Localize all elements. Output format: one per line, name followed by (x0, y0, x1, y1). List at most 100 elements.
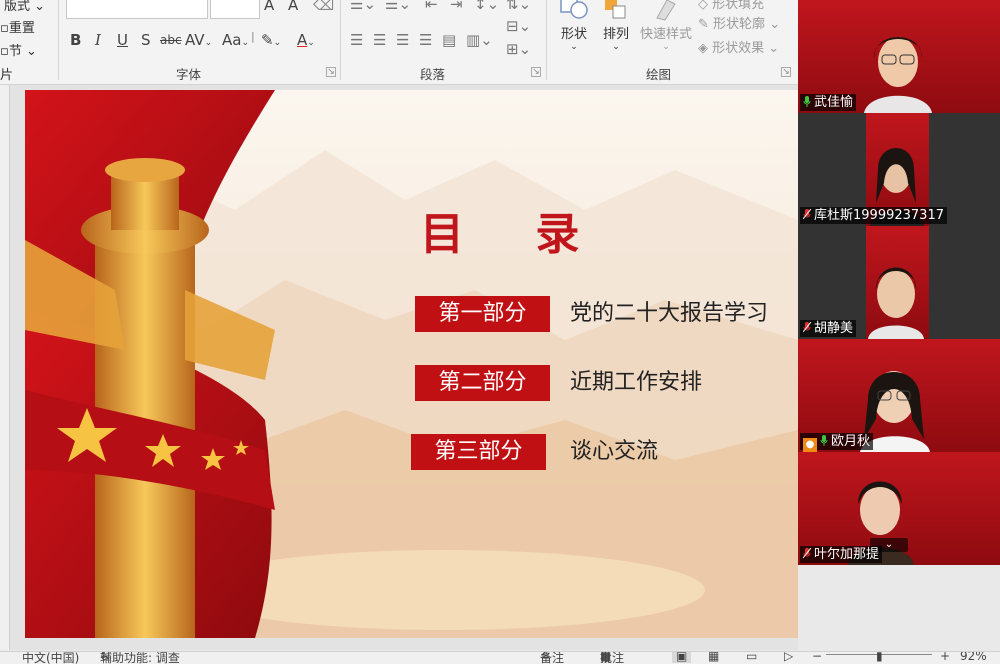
align-right-icon[interactable]: ☰ (396, 31, 409, 49)
ribbon: 版式 ⌄ ▫重置 ▫节 ⌄ 片 A A ⌫ B I U S abc AV⌄ Aa… (0, 0, 798, 85)
slide-canvas[interactable]: 目 录 第一部分 党的二十大报告学习 第二部分 近期工作安排 第三部分 谈心交流 (25, 90, 798, 638)
columns-icon[interactable]: ▥⌄ (466, 31, 493, 49)
font-color-button[interactable]: A⌄ (297, 31, 315, 49)
bold-button[interactable]: B (70, 31, 81, 49)
participant-tile-1[interactable]: 武佳愉 (798, 0, 1000, 113)
quick-styles-button[interactable]: 快速样式 ⌄ (638, 0, 694, 58)
arrange-icon (605, 0, 626, 19)
arrange-button[interactable]: 排列 ⌄ (598, 0, 634, 58)
justify-icon[interactable]: ☰ (419, 31, 432, 49)
smartart-icon[interactable]: ⊞⌄ (506, 40, 531, 58)
separator-dot: | (251, 30, 255, 43)
mic-muted-icon (803, 548, 811, 559)
effects-icon: ◈ (698, 41, 708, 56)
zoom-level[interactable]: 92% (960, 652, 987, 663)
participant-tile-4[interactable]: ● 欧月秋 (798, 339, 1000, 452)
align-center-icon[interactable]: ☰ (373, 31, 386, 49)
quick-styles-icon (656, 0, 676, 21)
section-1-tag: 第一部分 (415, 296, 550, 332)
separator (58, 0, 59, 80)
participant-namebar: 叶尔加那提 (800, 546, 883, 563)
shapes-icon (560, 0, 588, 19)
shapes-label: 形状 (560, 27, 587, 42)
slide-sorter-button[interactable]: ▦ (708, 652, 719, 663)
clear-format-icon[interactable]: ⌫ (313, 0, 334, 14)
separator (546, 0, 547, 80)
drawing-group-label: 绘图 (646, 67, 672, 82)
font-name-box[interactable] (66, 0, 208, 19)
section-3-tag: 第三部分 (411, 434, 546, 470)
layout-button[interactable]: 版式 ⌄ (4, 0, 45, 14)
host-icon: ● (803, 438, 817, 452)
drawing-dialog-launcher[interactable]: ↘ (781, 67, 791, 77)
participant-name: 武佳愉 (814, 95, 854, 110)
font-group-label: 字体 (176, 67, 202, 82)
font-dialog-launcher[interactable]: ↘ (326, 67, 336, 77)
shape-effects-button[interactable]: ◈ 形状效果 ⌄ (698, 37, 779, 56)
participant-namebar: 武佳愉 (800, 94, 857, 111)
quick-styles-label: 快速样式 (639, 27, 692, 42)
participant-tile-5[interactable]: ⌄ 叶尔加那提 (798, 452, 1000, 565)
video-participants-panel: 武佳愉 库杜斯19999237317 胡静美 ● 欧月秋 ⌄ 叶尔加那提 (798, 0, 1000, 565)
mic-muted-icon (803, 209, 811, 220)
text-direction-icon[interactable]: ⇅⌄ (506, 0, 531, 13)
language-status[interactable]: 中文(中国) (22, 652, 79, 664)
strikethrough-button[interactable]: abc (160, 33, 182, 47)
increase-indent-icon[interactable]: ⇥ (450, 0, 463, 13)
reading-view-button[interactable]: ▭ (746, 652, 757, 663)
paragraph-dialog-launcher[interactable]: ↘ (531, 67, 541, 77)
decrease-font-icon[interactable]: A (288, 0, 298, 14)
numbering-icon[interactable]: ☰⌄ (385, 0, 411, 13)
zoom-slider-thumb[interactable]: ▮ (876, 652, 883, 663)
paragraph-group-label: 段落 (420, 67, 446, 82)
reset-button[interactable]: ▫重置 (0, 17, 35, 36)
shadow-button[interactable]: S (141, 31, 151, 49)
section-icon: ▫ (0, 44, 9, 59)
participant-tile-2[interactable]: 库杜斯19999237317 (798, 113, 1000, 226)
increase-font-icon[interactable]: A (264, 0, 274, 14)
status-bar: 中文(中国) ♿ 辅助功能: 调查 ≙ 备注 ■ 批注 ▣ ▦ ▭ ▷ − ▮ … (0, 651, 1000, 664)
mic-muted-icon (803, 322, 811, 333)
slides-group-label: 片 (0, 68, 14, 83)
participant-namebar: ● 欧月秋 (800, 433, 874, 452)
flag-and-column-decoration (25, 90, 275, 638)
participant-name: 欧月秋 (831, 434, 871, 449)
distributed-icon[interactable]: ▤ (442, 31, 456, 49)
mic-on-icon (803, 96, 811, 107)
mic-on-icon (820, 435, 828, 446)
shapes-button[interactable]: 形状 ⌄ (556, 0, 592, 58)
separator (340, 0, 341, 80)
arrange-label: 排列 (602, 27, 629, 42)
shape-fill-button[interactable]: ◇ 形状填充 (698, 0, 764, 12)
zoom-out-button[interactable]: − (812, 652, 822, 663)
slide-title: 目 录 (420, 209, 608, 260)
section-3-text: 谈心交流 (570, 439, 659, 464)
participant-tile-3[interactable]: 胡静美 (798, 226, 1000, 339)
decrease-indent-icon[interactable]: ⇤ (425, 0, 438, 13)
section-2-tag: 第二部分 (415, 365, 550, 401)
participant-name: 叶尔加那提 (814, 547, 880, 562)
reset-icon: ▫ (0, 21, 9, 36)
section-button[interactable]: ▫节 ⌄ (0, 40, 37, 59)
bullets-icon[interactable]: ☰⌄ (350, 0, 376, 13)
pen-icon: ✎ (698, 17, 709, 32)
char-spacing-button[interactable]: AV⌄ (185, 31, 212, 49)
shape-outline-button[interactable]: ✎ 形状轮廓 ⌄ (698, 13, 780, 32)
align-left-icon[interactable]: ☰ (350, 31, 363, 49)
line-spacing-icon[interactable]: ↕⌄ (474, 0, 499, 13)
thumbnail-pane-edge[interactable] (0, 85, 10, 650)
align-text-icon[interactable]: ⊟⌄ (506, 17, 531, 35)
participant-name: 库杜斯19999237317 (814, 208, 944, 223)
underline-button[interactable]: U (117, 31, 128, 49)
normal-view-button[interactable]: ▣ (672, 652, 692, 663)
font-size-box[interactable] (210, 0, 260, 19)
participant-name: 胡静美 (814, 321, 854, 336)
participant-namebar: 库杜斯19999237317 (800, 207, 947, 224)
slideshow-button[interactable]: ▷ (784, 652, 793, 663)
section-2-text: 近期工作安排 (570, 370, 703, 395)
zoom-in-button[interactable]: + (940, 652, 950, 663)
change-case-button[interactable]: Aa⌄ (222, 31, 249, 49)
italic-button[interactable]: I (95, 31, 101, 49)
participant-namebar: 胡静美 (800, 320, 857, 337)
highlight-icon[interactable]: ✎⌄ (261, 31, 281, 49)
